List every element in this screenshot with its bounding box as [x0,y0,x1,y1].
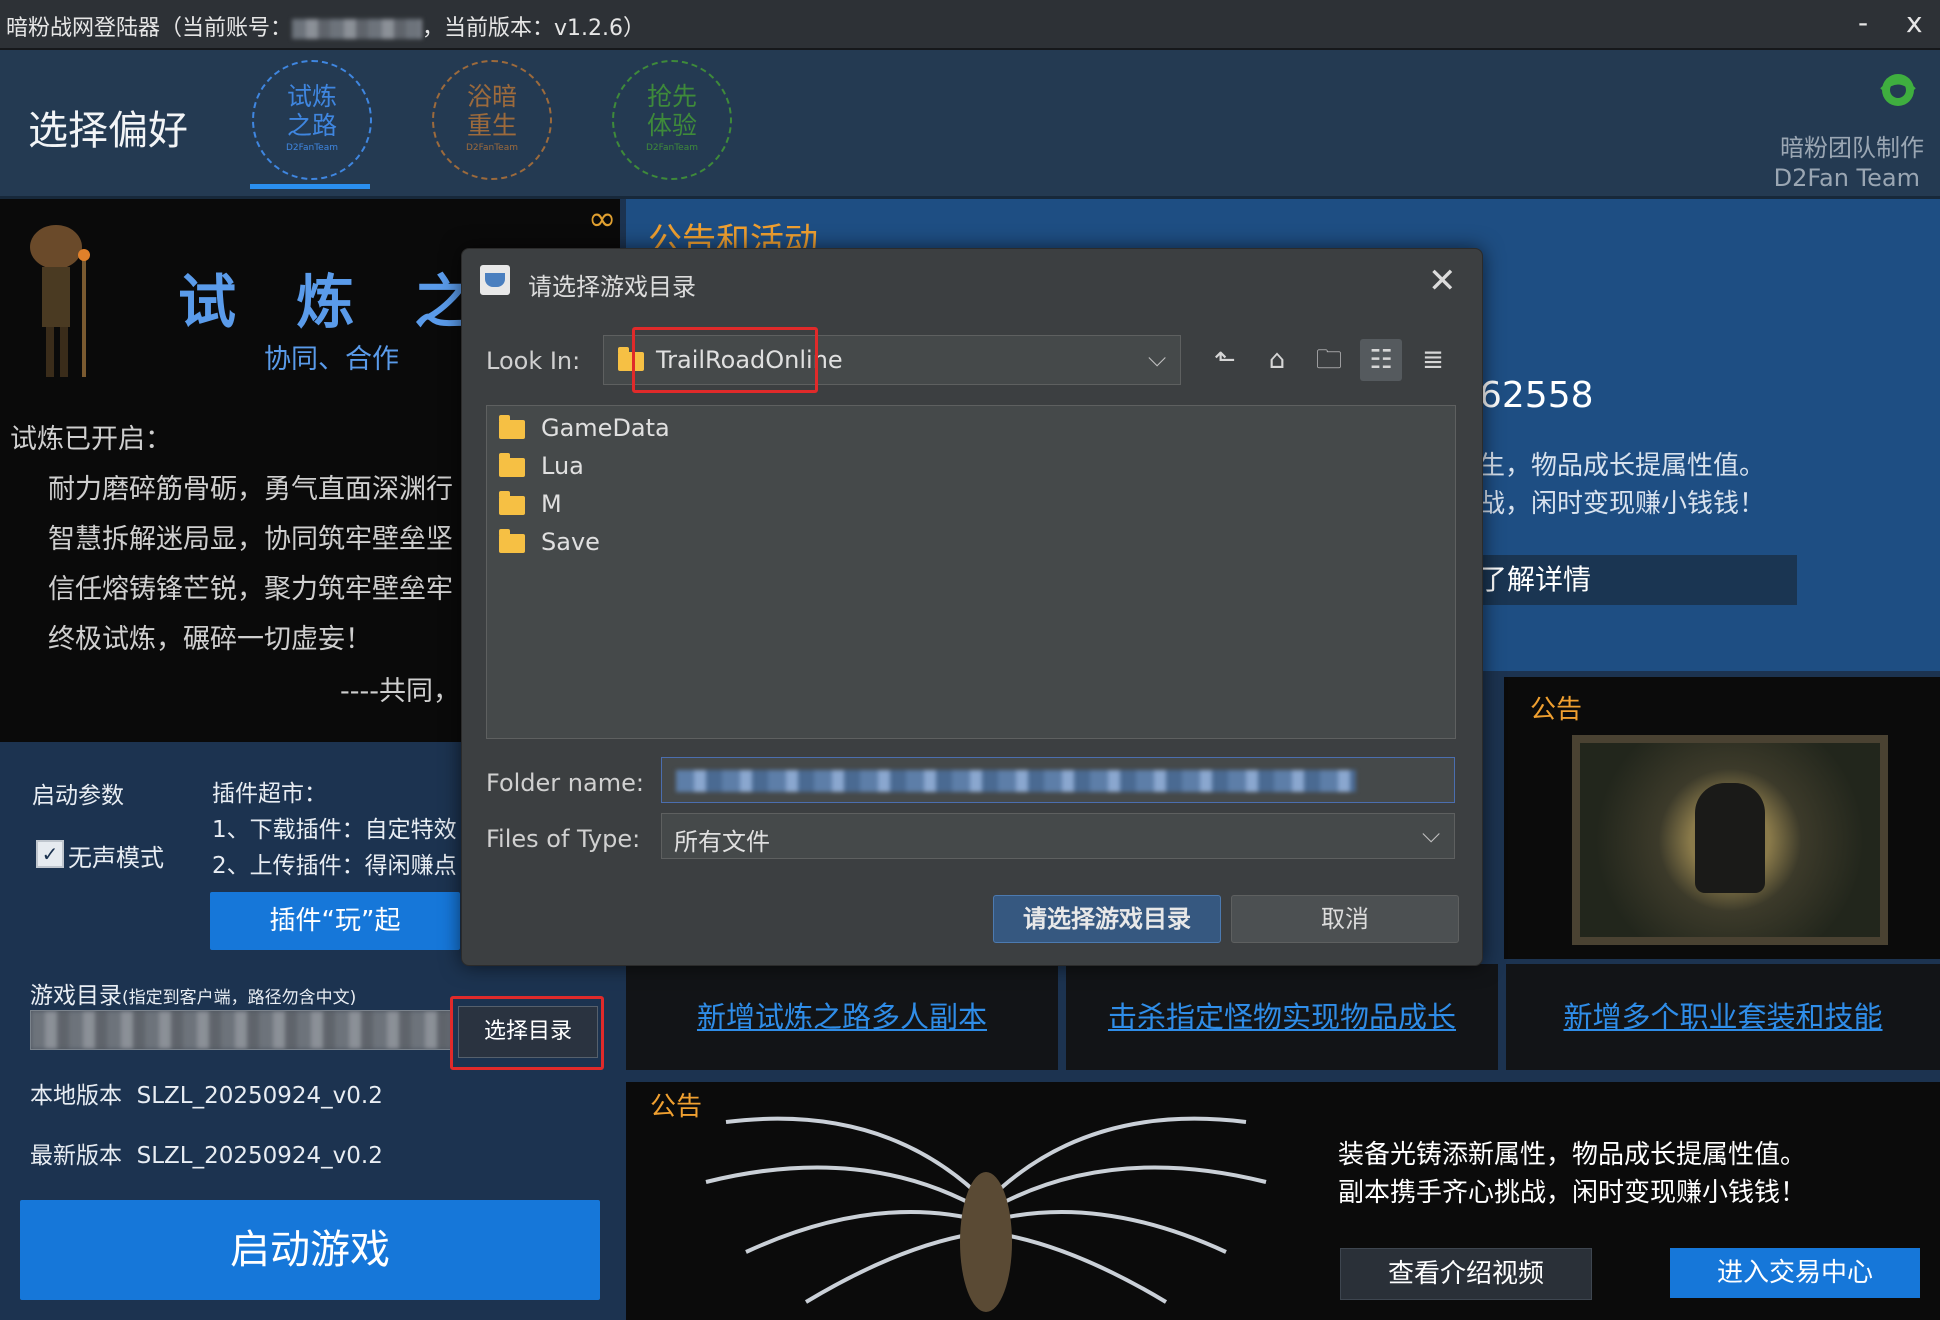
folder-name-redacted [676,770,1356,792]
dialog-title: 请选择游戏目录 [528,273,696,301]
folder-icon [499,529,525,553]
team-name-cn: 暗粉团队制作 [1780,134,1924,162]
local-version: 本地版本 SLZL_20250924_v0.2 [30,1083,383,1109]
details-view-icon[interactable]: ≣ [1412,339,1454,381]
list-item[interactable]: Save [499,528,600,556]
latest-version: 最新版本 SLZL_20250924_v0.2 [30,1143,383,1169]
list-item[interactable]: GameData [499,414,670,442]
java-cup-icon [480,265,510,295]
folder-name-input[interactable] [661,757,1455,803]
highlight-look-in [632,327,818,393]
plugin-play-button[interactable]: 插件“玩”起 [210,892,460,950]
new-folder-icon[interactable]: 🗀 [1308,339,1350,381]
bottom-announcement-panel: 公告 装备光铸添新属性，物品成长提属性值。 副本携手齐心挑战，闲时变现赚小钱钱！… [626,1082,1940,1320]
mode-selected-indicator [250,184,370,189]
trial-subtitle: 协同、合作 [264,344,399,375]
preference-header: 选择偏好 试炼 之路 D2FanTeam 浴暗 重生 D2FanTeam 抢先 … [0,50,1940,199]
minimize-button[interactable]: - [1858,6,1868,39]
game-dir-input[interactable] [30,1010,452,1050]
folder-icon [499,491,525,515]
plugin-info-2: 2、上传插件：得闲赚点 [212,853,457,879]
preference-title: 选择偏好 [28,108,188,154]
view-intro-video-button[interactable]: 查看介绍视频 [1340,1248,1592,1300]
launch-params-label: 启动参数 [32,783,124,809]
chevron-down-icon: ⌵ [1422,820,1441,848]
home-icon[interactable]: ⌂ [1256,339,1298,381]
list-item[interactable]: Lua [499,452,584,480]
silent-mode-label: 无声模式 [68,844,164,872]
list-view-icon[interactable]: ☷ [1360,339,1402,381]
announcement-text: 战，闲时变现赚小钱钱！ [1479,489,1766,519]
trial-opened-label: 试炼已开启： [10,424,172,455]
select-game-dir-button[interactable]: 请选择游戏目录 [993,895,1221,943]
learn-more-button[interactable]: 了解详情 [1479,555,1797,605]
choose-folder-dialog: 请选择游戏目录 ✕ Look In: TrailRoadOnline ⌵ ⬑ ⌂… [461,248,1483,966]
trade-center-button[interactable]: 进入交易中心 [1670,1248,1920,1298]
trial-line: 终极试炼，碾碎一切虚妄！ [48,624,372,655]
link-item-growth[interactable]: 击杀指定怪物实现物品成长 [1108,1000,1456,1034]
up-folder-icon[interactable]: ⬑ [1204,339,1246,381]
trial-line: 信任熔铸锋芒锐，聚力筑牢壁垒牢 [48,574,453,605]
plugin-market-title: 插件超市： [212,781,327,807]
files-of-type-value: 所有文件 [674,828,770,856]
dialog-close-icon[interactable]: ✕ [1428,261,1457,301]
cancel-button[interactable]: 取消 [1231,895,1459,943]
files-of-type-label: Files of Type: [486,825,641,853]
highlight-choose-dir [450,996,604,1070]
announcement-text: 副本携手齐心挑战，闲时变现赚小钱钱！ [1338,1178,1807,1208]
witch-doctor-icon [30,225,90,377]
announcement-image[interactable] [1572,735,1888,945]
trial-line: 耐力磨碎筋骨砺，勇气直面深渊行 [48,474,453,505]
link-cell: 新增试炼之路多人副本 [626,964,1058,1070]
window-title-bar: 暗粉战网登陆器（当前账号： ，当前版本：v1.2.6） - x [0,0,1940,50]
game-dir-redacted [31,1011,451,1049]
chevron-down-icon: ⌵ [1148,344,1167,372]
link-cell: 击杀指定怪物实现物品成长 [1066,964,1498,1070]
announcement-text: 生，物品成长提属性值。 [1479,451,1766,481]
close-window-button[interactable]: x [1906,6,1923,39]
game-dir-label: 游戏目录(指定到客户端，路径勿含中文) [30,983,357,1009]
mode-early-access[interactable]: 抢先 体验 D2FanTeam [612,60,732,180]
look-in-label: Look In: [486,347,581,375]
silent-mode-checkbox[interactable]: ✓ [36,840,64,868]
folder-icon [499,415,525,439]
angel-wings-icon [705,1116,1267,1312]
announcement-text: 装备光铸添新属性，物品成长提属性值。 [1338,1140,1807,1170]
file-list[interactable]: GameData Lua M Save [486,405,1456,739]
warrior-figure-icon [1695,783,1765,893]
trial-signature: ----共同， [340,676,460,707]
plugin-info-1: 1、下载插件：自定特效 [212,817,457,843]
start-game-button[interactable]: 启动游戏 [20,1200,600,1300]
trial-line: 智慧拆解迷局显，协同筑牢壁垒坚 [48,524,453,555]
mode-trial-road[interactable]: 试炼 之路 D2FanTeam [252,60,372,180]
account-redacted [292,19,423,39]
announcement-number: 62558 [1479,375,1594,416]
announcement-label: 公告 [1530,695,1583,725]
announcement-image-panel: 公告 [1504,677,1940,959]
link-cell: 新增多个职业套装和技能 [1506,964,1940,1070]
link-class-sets[interactable]: 新增多个职业套装和技能 [1563,1000,1882,1034]
list-item[interactable]: M [499,490,562,518]
folder-name-label: Folder name: [486,769,644,797]
mode-rebirth[interactable]: 浴暗 重生 D2FanTeam [432,60,552,180]
window-title: 暗粉战网登陆器（当前账号： ，当前版本：v1.2.6） [6,16,646,41]
folder-icon [499,453,525,477]
infinity-icon: ∞ [588,199,617,239]
team-logo-icon [1880,74,1916,106]
files-of-type-dropdown[interactable]: 所有文件 ⌵ [661,813,1455,859]
team-name-en: D2Fan Team [1773,164,1920,192]
link-multiplayer-dungeon[interactable]: 新增试炼之路多人副本 [697,1000,987,1034]
